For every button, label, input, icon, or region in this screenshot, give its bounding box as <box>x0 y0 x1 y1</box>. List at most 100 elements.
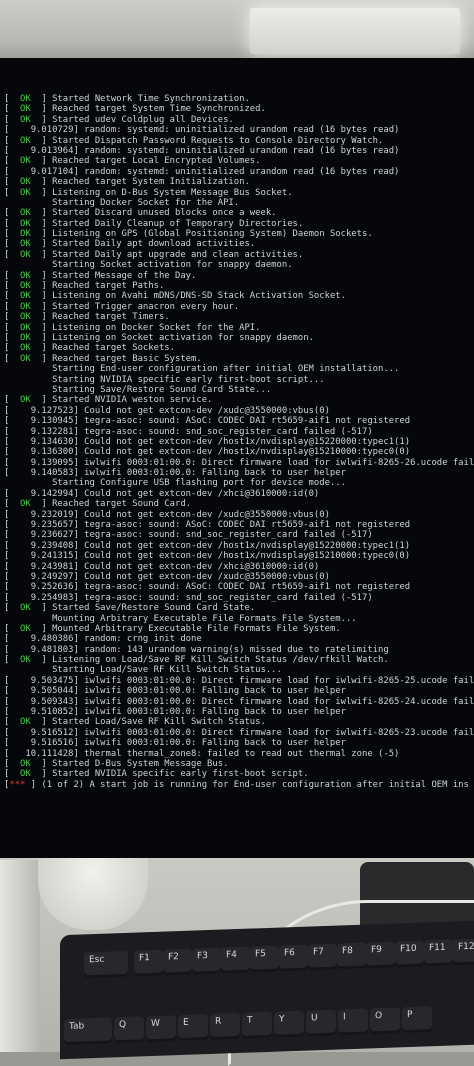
status-bracket: ] <box>30 353 47 364</box>
log-text: Started Trigger anacron every hour. <box>46 301 240 312</box>
kernel-message: 9.509343] iwlwifi 0003:01:00.0: Direct f… <box>9 696 474 707</box>
log-line: [ OK ] Started D-Bus System Message Bus. <box>4 759 474 769</box>
status-ok: OK <box>20 322 31 333</box>
status-bracket: ] <box>30 270 47 281</box>
log-line: [ 9.139095] iwlwifi 0003:01:00.0: Direct… <box>4 458 474 468</box>
status-bracket: [ <box>4 281 21 292</box>
status-bracket: ] <box>30 655 47 666</box>
status-bracket: [ <box>4 208 21 219</box>
status-bracket: ] <box>30 301 47 312</box>
status-bracket: [ <box>4 301 21 312</box>
log-line: [ 9.510852] iwlwifi 0003:01:00.0: Fallin… <box>4 707 474 717</box>
status-bracket: ] <box>30 94 47 104</box>
log-text: Started NVIDIA weston service. <box>46 395 213 406</box>
status-ok: OK <box>20 291 31 302</box>
log-text: Starting End-user configuration after in… <box>4 364 400 375</box>
status-bracket: [ <box>4 312 21 323</box>
status-ok: OK <box>20 229 31 240</box>
kernel-message: 9.132281] tegra-asoc: sound: snd_soc_reg… <box>9 426 373 437</box>
log-line: [*** ] (1 of 2) A start job is running f… <box>4 780 474 790</box>
log-line: [ 9.132281] tegra-asoc: sound: snd_soc_r… <box>4 427 474 437</box>
log-text: Reached target System Initialization. <box>46 177 250 188</box>
key-y: Y <box>274 1010 304 1038</box>
key-t: T <box>242 1011 272 1039</box>
status-bracket: ] <box>30 291 47 302</box>
log-line: [ 9.480386] random: crng init done <box>4 634 474 644</box>
log-text: Started Daily Cleanup of Temporary Direc… <box>46 218 304 229</box>
status-bracket: ] <box>30 623 47 634</box>
status-bracket: [ <box>4 603 21 614</box>
status-bracket: [ <box>4 104 21 115</box>
log-text: Mounted Arbitrary Executable File Format… <box>46 623 341 634</box>
log-line: [ OK ] Listening on Docker Socket for th… <box>4 323 474 333</box>
log-text: Started NVIDIA specific early first-boot… <box>46 769 309 780</box>
log-text: Starting Configure USB flashing port for… <box>4 478 346 489</box>
status-bracket: ] <box>30 717 47 728</box>
status-bracket: ] <box>30 312 47 323</box>
status-bracket: ] <box>30 177 47 188</box>
log-text: Listening on Socket activation for snapp… <box>46 332 314 343</box>
kernel-message: 9.013964] random: systemd: uninitialized… <box>9 145 400 156</box>
status-ok: OK <box>20 187 31 198</box>
key-f1: F1 <box>134 949 163 977</box>
kernel-message: 9.243981] Could not get extcon-dev /xhci… <box>9 561 320 572</box>
status-ok: OK <box>20 717 31 728</box>
key-u: U <box>306 1009 336 1037</box>
log-line: Starting Save/Restore Sound Card State..… <box>4 385 474 395</box>
log-text: Reached target Sockets. <box>46 343 175 354</box>
key-f5: F5 <box>250 945 279 973</box>
status-ok: OK <box>20 177 31 188</box>
terminal-screen: [ OK ] Started Network Time Synchronizat… <box>0 58 474 858</box>
log-text: Started Daily apt upgrade and clean acti… <box>46 249 304 260</box>
log-line: [ 9.136300] Could not get extcon-dev /ho… <box>4 447 474 457</box>
status-bracket: ] <box>30 281 47 292</box>
status-bracket: [ <box>4 270 21 281</box>
status-bracket: [ <box>4 395 21 406</box>
status-bracket: ] <box>30 156 47 167</box>
log-text: Starting Save/Restore Sound Card State..… <box>4 384 272 395</box>
log-text: Reached target Sound Card. <box>46 499 192 510</box>
status-job: *** <box>9 779 26 790</box>
log-text: Listening on Docker Socket for the API. <box>46 322 261 333</box>
log-text: Listening on Load/Save RF Kill Switch St… <box>46 655 389 666</box>
monitor: [ OK ] Started Network Time Synchronizat… <box>0 58 474 858</box>
key-tab: Tab <box>64 1017 112 1046</box>
log-line: [ 9.481803] random: 143 urandom warning(… <box>4 645 474 655</box>
status-ok: OK <box>20 104 31 115</box>
kernel-message: 9.142994] Could not get extcon-dev /xhci… <box>9 488 320 499</box>
status-bracket: [ <box>4 717 21 728</box>
log-line: Starting NVIDIA specific early first-boo… <box>4 375 474 385</box>
status-ok: OK <box>20 655 31 666</box>
key-esc: Esc <box>84 950 128 979</box>
status-ok: OK <box>20 759 31 769</box>
log-text: Listening on GPS (Global Positioning Sys… <box>46 229 373 240</box>
status-ok: OK <box>20 623 31 634</box>
key-f3: F3 <box>192 947 221 975</box>
log-text: Starting Socket activation for snappy da… <box>4 260 293 271</box>
log-line: [ 9.503475] iwlwifi 0003:01:00.0: Direct… <box>4 676 474 686</box>
status-bracket: [ <box>4 94 21 104</box>
status-ok: OK <box>20 312 31 323</box>
status-bracket: [ <box>4 187 21 198</box>
status-ok: OK <box>20 239 31 250</box>
log-line: [ 9.134630] Could not get extcon-dev /ho… <box>4 437 474 447</box>
log-line: [ OK ] Started Trigger anacron every hou… <box>4 302 474 312</box>
log-line: [ 9.239408] Could not get extcon-dev /ho… <box>4 541 474 551</box>
status-ok: OK <box>20 218 31 229</box>
status-bracket: ] <box>30 135 47 146</box>
log-text: Started udev Coldplug all Devices. <box>46 114 234 125</box>
status-bracket: [ <box>4 759 21 769</box>
key-r: R <box>210 1012 240 1040</box>
status-bracket: ] <box>30 104 47 115</box>
log-text: Started Daily apt download activities. <box>46 239 256 250</box>
status-bracket: [ <box>4 239 21 250</box>
status-ok: OK <box>20 603 31 614</box>
kernel-message: 9.516512] iwlwifi 0003:01:00.0: Direct f… <box>9 727 474 738</box>
boot-console: [ OK ] Started Network Time Synchronizat… <box>4 94 474 790</box>
log-line: [ OK ] Started Daily apt download activi… <box>4 239 474 249</box>
key-f6: F6 <box>279 944 308 972</box>
status-bracket: [ <box>4 769 21 780</box>
kernel-message: 9.235657] tegra-asoc: sound: ASoC: CODEC… <box>9 520 411 531</box>
status-bracket: [ <box>4 353 21 364</box>
log-text: Mounting Arbitrary Executable File Forma… <box>4 613 357 624</box>
